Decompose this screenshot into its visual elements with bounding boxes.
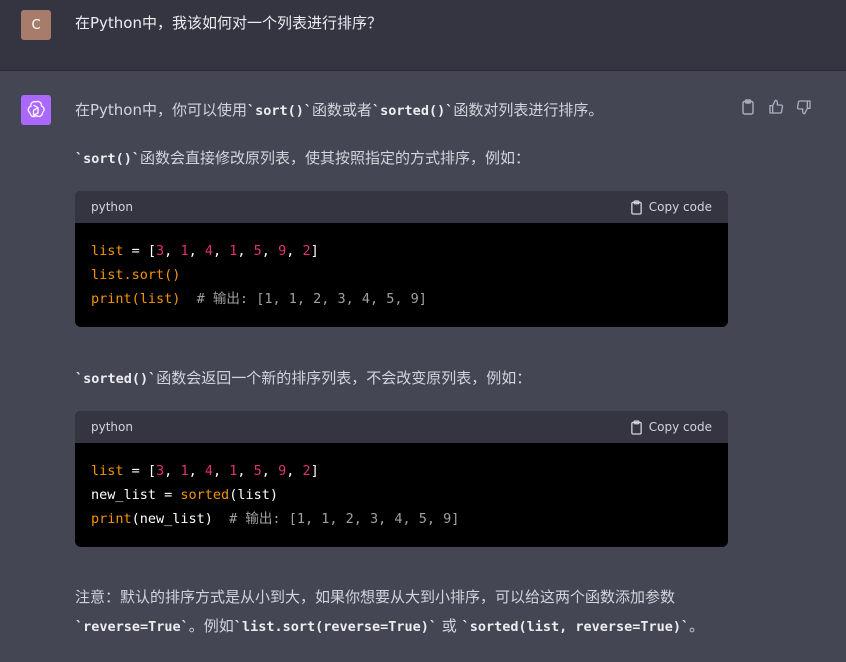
code-line: print(new_list) # 输出: [1, 1, 2, 3, 4, 5,… xyxy=(91,507,712,531)
code-token: list xyxy=(91,243,124,259)
code-token: 3 xyxy=(156,243,165,259)
intro-paragraph: 在Python中，你可以使用`sort()`函数或者`sorted()`函数对列… xyxy=(75,99,603,122)
code-block-sort: python Copy code list = [3, 1, 4, 1, 5, … xyxy=(75,191,728,327)
code-token: , xyxy=(261,463,279,479)
user-message-text: 在Python中，我该如何对一个列表进行排序？ xyxy=(75,14,382,32)
code-token: 4 xyxy=(204,463,213,479)
thumbs-down-button[interactable] xyxy=(795,98,813,116)
code-token: 9 xyxy=(278,243,287,259)
inline-code-sorted-reverse: `sorted(list, reverse=True)` xyxy=(461,619,690,635)
code-token: new_list = xyxy=(91,487,181,503)
note-text-or: 或 xyxy=(437,617,462,635)
code-language-label: python xyxy=(91,420,133,434)
code-token: , xyxy=(164,463,181,479)
code-line: list.sort() xyxy=(91,263,712,287)
code-token: = [ xyxy=(123,243,157,259)
code-token: , xyxy=(212,243,230,259)
code-token: 1 xyxy=(180,243,189,259)
code-line: print(list) # 输出: [1, 1, 2, 3, 4, 5, 9] xyxy=(91,287,712,311)
code-body: list = [3, 1, 4, 1, 5, 9, 2] list.sort() p… xyxy=(75,223,728,311)
inline-code-sort: `sort()` xyxy=(247,103,313,119)
sort-description-text: 函数会直接修改原列表，使其按照指定的方式排序，例如： xyxy=(140,149,531,167)
openai-logo-icon xyxy=(27,100,45,118)
note-line-2: `reverse=True`。例如`list.sort(reverse=True… xyxy=(75,615,704,638)
code-token: , xyxy=(188,463,205,479)
inline-code-sorted: `sorted()` xyxy=(372,103,454,119)
intro-text-mid: 函数或者 xyxy=(312,101,373,119)
code-language-label: python xyxy=(91,200,133,214)
inline-code-sorted: `sorted()` xyxy=(75,371,157,387)
intro-text-post: 函数对列表进行排序。 xyxy=(453,101,604,119)
code-token: , xyxy=(237,243,254,259)
note-text-end: 。 xyxy=(689,617,705,635)
code-token: (new_list) xyxy=(131,511,213,527)
sorted-description: `sorted()`函数会返回一个新的排序列表，不会改变原列表，例如： xyxy=(75,367,531,390)
clipboard-icon xyxy=(631,199,642,215)
user-avatar: C xyxy=(21,10,51,40)
sorted-description-text: 函数会返回一个新的排序列表，不会改变原列表，例如： xyxy=(156,369,532,387)
code-token: print xyxy=(91,511,132,527)
assistant-avatar xyxy=(21,95,51,125)
inline-code-reverse: `reverse=True` xyxy=(75,619,189,635)
note-text-mid: 。例如 xyxy=(188,617,234,635)
copy-message-button[interactable] xyxy=(739,98,757,116)
code-token: print xyxy=(91,291,132,307)
code-token: # 输出: [1, 1, 2, 3, 4, 5, 9] xyxy=(212,511,460,527)
code-token: # 输出: [1, 1, 2, 3, 4, 5, 9] xyxy=(180,291,427,307)
thumbs-down-icon xyxy=(796,100,811,115)
code-token: (list) xyxy=(131,291,181,307)
code-token: , xyxy=(212,463,230,479)
inline-code-list-sort-reverse: `list.sort(reverse=True)` xyxy=(233,619,438,635)
code-token: 4 xyxy=(204,243,213,259)
code-token: 5 xyxy=(253,463,262,479)
code-token: 9 xyxy=(278,463,287,479)
thumbs-up-icon xyxy=(769,99,784,114)
code-token: , xyxy=(261,243,279,259)
code-block-header: python Copy code xyxy=(75,191,728,223)
message-actions xyxy=(739,98,813,116)
code-body: list = [3, 1, 4, 1, 5, 9, 2] new_list = s… xyxy=(75,443,728,531)
code-token: = [ xyxy=(123,463,157,479)
code-line: list = [3, 1, 4, 1, 5, 9, 2] xyxy=(91,239,712,263)
code-token: , xyxy=(188,243,205,259)
code-block-sorted: python Copy code list = [3, 1, 4, 1, 5, … xyxy=(75,411,728,547)
inline-code-sort: `sort()` xyxy=(75,151,141,167)
code-token: list.sort() xyxy=(91,267,181,283)
assistant-message-row: 在Python中，你可以使用`sort()`函数或者`sorted()`函数对列… xyxy=(0,71,846,662)
thumbs-up-button[interactable] xyxy=(767,98,785,116)
note-line-1: 注意：默认的排序方式是从小到大，如果你想要从大到小排序，可以给这两个函数添加参数 xyxy=(75,588,676,606)
code-line: new_list = sorted(list) xyxy=(91,483,712,507)
code-block-header: python Copy code xyxy=(75,411,728,443)
code-token: (list) xyxy=(229,487,278,503)
code-token: , xyxy=(286,243,303,259)
copy-code-button[interactable]: Copy code xyxy=(630,419,712,435)
copy-code-label: Copy code xyxy=(648,200,712,214)
sort-description: `sort()`函数会直接修改原列表，使其按照指定的方式排序，例如： xyxy=(75,147,530,170)
code-token: 1 xyxy=(180,463,189,479)
clipboard-icon xyxy=(742,99,754,115)
code-token: , xyxy=(237,463,254,479)
code-line: list = [3, 1, 4, 1, 5, 9, 2] xyxy=(91,459,712,483)
user-message-row: C 在Python中，我该如何对一个列表进行排序？ xyxy=(0,0,846,71)
intro-text-pre: 在Python中，你可以使用 xyxy=(75,101,247,119)
code-token: 2 xyxy=(302,243,311,259)
code-token: 5 xyxy=(253,243,262,259)
code-token: ] xyxy=(310,463,319,479)
code-token: list xyxy=(91,463,124,479)
code-token: sorted xyxy=(180,487,230,503)
code-token: 3 xyxy=(156,463,165,479)
copy-code-label: Copy code xyxy=(648,420,712,434)
copy-code-button[interactable]: Copy code xyxy=(630,199,712,215)
code-token: , xyxy=(164,243,181,259)
clipboard-icon xyxy=(631,419,642,435)
code-token: 2 xyxy=(302,463,311,479)
code-token: ] xyxy=(310,243,319,259)
code-token: , xyxy=(286,463,303,479)
